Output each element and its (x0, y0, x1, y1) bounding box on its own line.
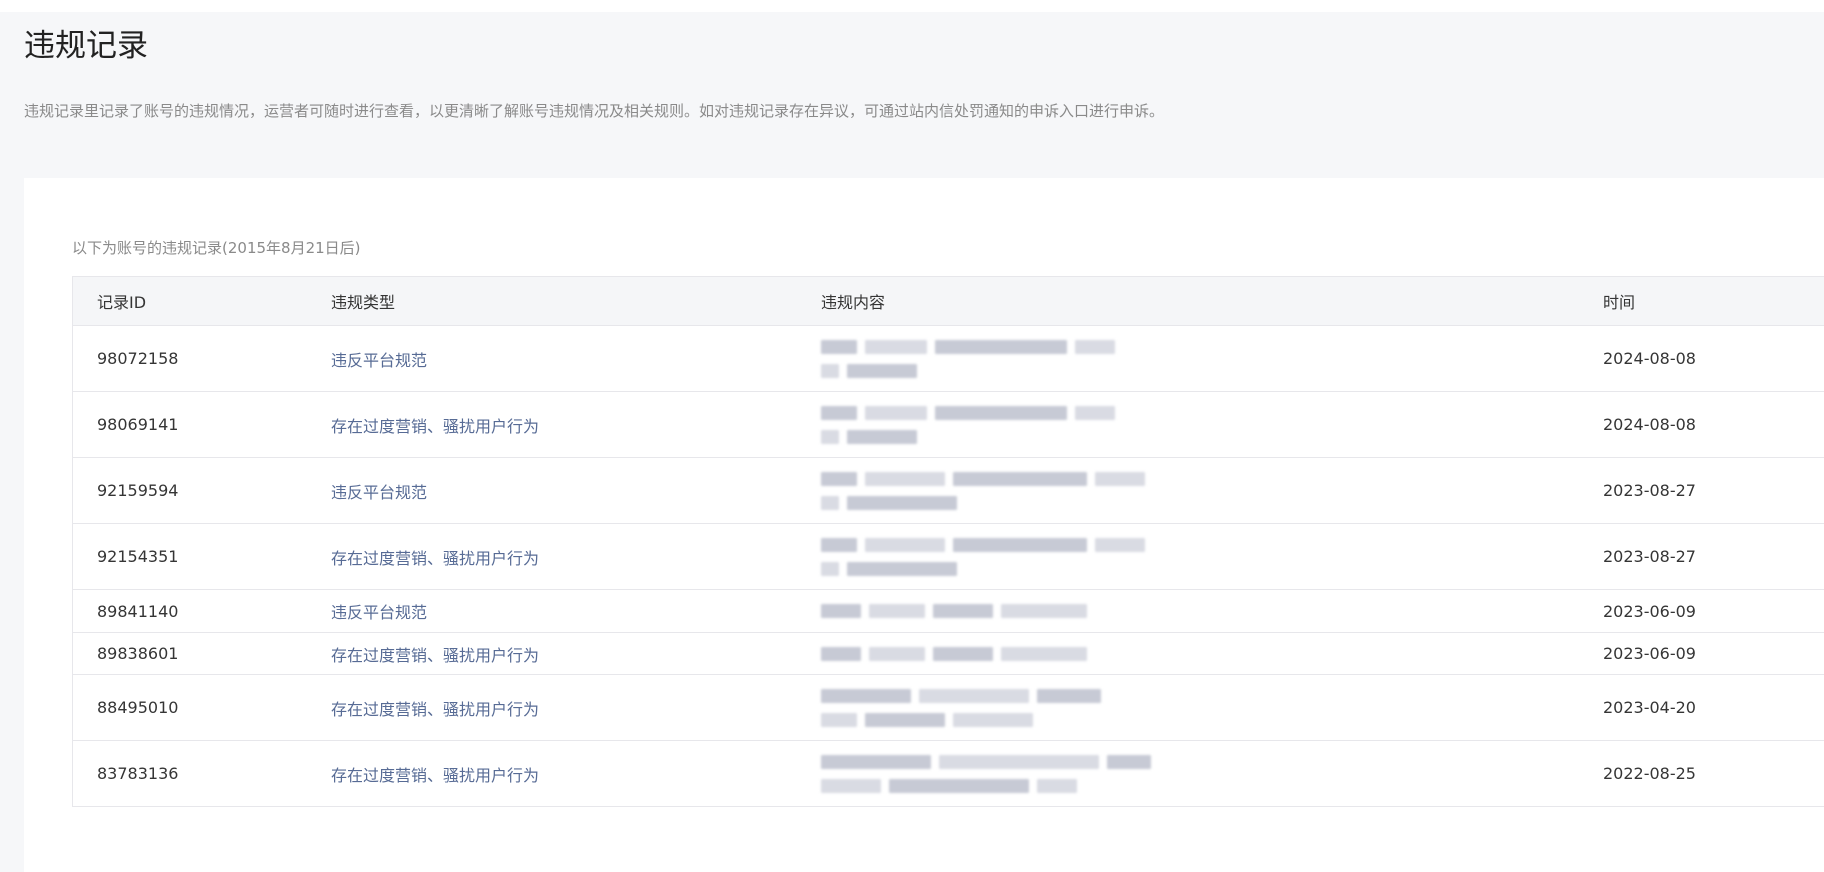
record-id: 88495010 (97, 698, 179, 717)
record-id: 89841140 (97, 601, 179, 621)
record-id: 89838601 (97, 644, 179, 663)
page: 违规记录 违规记录里记录了账号的违规情况，运营者可随时进行查看，以更清晰了解账号… (0, 12, 1824, 872)
page-title: 违规记录 (24, 28, 148, 64)
page-description: 违规记录里记录了账号的违规情况，运营者可随时进行查看，以更清晰了解账号违规情况及… (24, 102, 1165, 120)
redacted-content (821, 458, 1145, 523)
redacted-content (821, 326, 1115, 391)
violation-date: 2023-06-09 (1603, 601, 1696, 621)
redacted-content (821, 741, 1151, 806)
table-row: 98072158 违反平台规范 2024-08-08 (73, 326, 1824, 392)
violation-date: 2024-08-08 (1603, 415, 1696, 434)
violation-date: 2024-08-08 (1603, 349, 1696, 368)
violation-date: 2023-08-27 (1603, 547, 1696, 566)
records-note: 以下为账号的违规记录(2015年8月21日后) (72, 239, 361, 257)
record-id: 92159594 (97, 481, 179, 500)
column-header-type: 违规类型 (331, 293, 396, 312)
record-id: 98069141 (97, 415, 179, 434)
violation-date: 2023-08-27 (1603, 481, 1696, 500)
table-row: 83783136 存在过度营销、骚扰用户行为 2022-08-25 (73, 741, 1824, 807)
table-row: 88495010 存在过度营销、骚扰用户行为 2023-04-20 (73, 675, 1824, 741)
redacted-content (821, 633, 1087, 674)
violation-date: 2023-04-20 (1603, 698, 1696, 717)
column-header-content: 违规内容 (821, 293, 886, 312)
record-id: 83783136 (97, 764, 179, 783)
violation-type-link[interactable]: 存在过度营销、骚扰用户行为 (331, 675, 539, 740)
redacted-content (821, 392, 1115, 457)
violation-type-link[interactable]: 存在过度营销、骚扰用户行为 (331, 741, 539, 806)
violation-date: 2023-06-09 (1603, 644, 1696, 663)
violation-date: 2022-08-25 (1603, 764, 1696, 783)
violation-type-link[interactable]: 违反平台规范 (331, 326, 427, 391)
records-card: 以下为账号的违规记录(2015年8月21日后) 记录ID 违规类型 违规内容 时… (24, 178, 1824, 872)
table-header: 记录ID 违规类型 违规内容 时间 (73, 276, 1824, 326)
redacted-content (821, 590, 1087, 632)
column-header-id: 记录ID (97, 293, 147, 312)
table-row: 92154351 存在过度营销、骚扰用户行为 2023-08-27 (73, 524, 1824, 590)
record-id: 98072158 (97, 349, 179, 368)
table-row: 89838601 存在过度营销、骚扰用户行为 2023-06-09 (73, 633, 1824, 675)
table-row: 89841140 违反平台规范 2023-06-09 (73, 590, 1824, 633)
violation-type-link[interactable]: 违反平台规范 (331, 458, 427, 523)
violation-type-link[interactable]: 存在过度营销、骚扰用户行为 (331, 633, 539, 674)
violation-type-link[interactable]: 存在过度营销、骚扰用户行为 (331, 392, 539, 457)
redacted-content (821, 524, 1145, 589)
table-row: 92159594 违反平台规范 2023-08-27 (73, 458, 1824, 524)
column-header-time: 时间 (1603, 293, 1636, 312)
violation-table: 记录ID 违规类型 违规内容 时间 98072158 违反平台规范 2024-0… (72, 276, 1824, 807)
record-id: 92154351 (97, 547, 179, 566)
violation-type-link[interactable]: 违反平台规范 (331, 590, 427, 632)
redacted-content (821, 675, 1101, 740)
violation-type-link[interactable]: 存在过度营销、骚扰用户行为 (331, 524, 539, 589)
table-row: 98069141 存在过度营销、骚扰用户行为 2024-08-08 (73, 392, 1824, 458)
